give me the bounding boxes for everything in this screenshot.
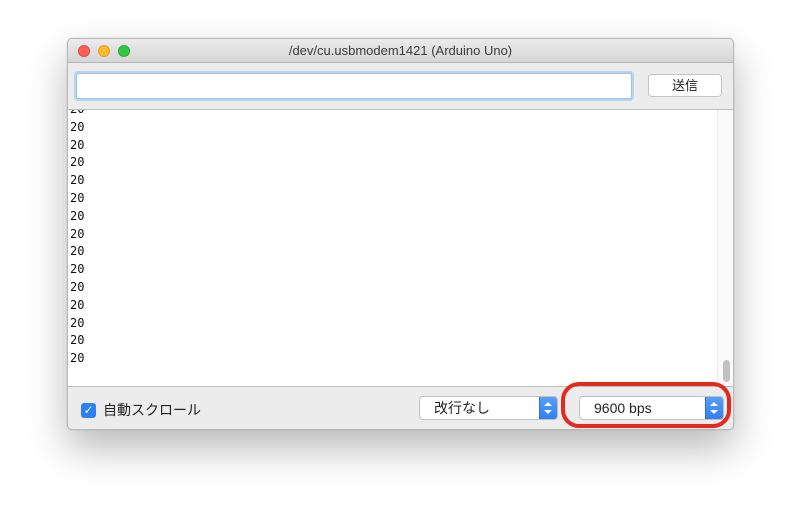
- window-title: /dev/cu.usbmodem1421 (Arduino Uno): [288, 43, 513, 58]
- serial-output-line: 20: [70, 226, 85, 241]
- up-down-chevron-icon: [539, 397, 557, 419]
- serial-output-line: 20: [70, 279, 85, 294]
- serial-output-line: 20: [70, 109, 85, 116]
- serial-output-area[interactable]: 20 20 20 20 20 20 20 20 20 20 20 20 20 20 20: [68, 109, 733, 387]
- line-ending-value: 改行なし: [434, 400, 490, 416]
- send-button[interactable]: 送信: [648, 74, 722, 97]
- serial-output-line: 20: [70, 315, 85, 330]
- serial-output-line: 20: [70, 244, 85, 259]
- serial-output-line: 20: [70, 262, 85, 277]
- serial-output-line: 20: [70, 208, 85, 223]
- serial-monitor-window: /dev/cu.usbmodem1421 (Arduino Uno) 送信 20…: [67, 38, 734, 430]
- serial-output-line: 20: [70, 351, 85, 366]
- autoscroll-label: 自動スクロール: [103, 402, 201, 418]
- baud-rate-highlight-ring: [561, 382, 731, 428]
- line-ending-select[interactable]: 改行なし: [419, 396, 558, 420]
- serial-output-lines: 20 20 20 20 20 20 20 20 20 20 20 20 20 20 20: [70, 109, 85, 368]
- serial-output-line: 20: [70, 173, 85, 188]
- checkmark-icon: ✓: [83, 402, 94, 417]
- scrollbar-thumb[interactable]: [723, 360, 730, 382]
- serial-output-line: 20: [70, 333, 85, 348]
- serial-output-line: 20: [70, 297, 85, 312]
- serial-output-line: 20: [70, 137, 85, 152]
- serial-output-line: 20: [70, 155, 85, 170]
- serial-output-line: 20: [70, 119, 85, 134]
- vertical-scrollbar[interactable]: [717, 110, 733, 386]
- send-input[interactable]: [76, 73, 632, 99]
- autoscroll-toggle[interactable]: ✓ 自動スクロール: [81, 401, 201, 419]
- title-bar[interactable]: /dev/cu.usbmodem1421 (Arduino Uno): [68, 39, 733, 63]
- serial-output-line: 20: [70, 190, 85, 205]
- autoscroll-checkbox[interactable]: ✓: [81, 402, 96, 418]
